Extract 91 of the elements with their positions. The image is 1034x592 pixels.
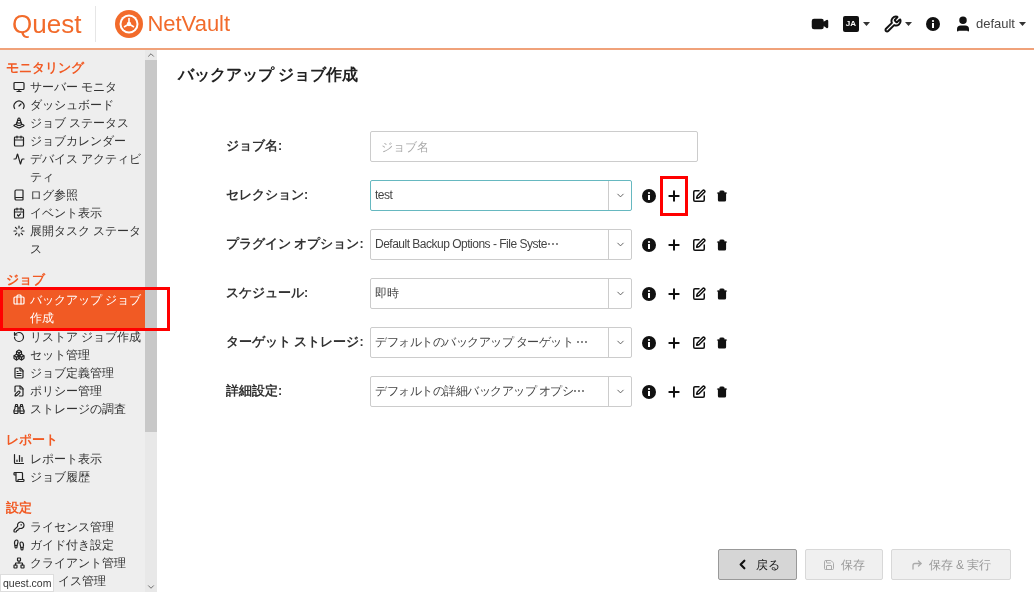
sidebar-item[interactable]: デバイス アクティビティ [0,150,145,186]
add-icon[interactable] [666,187,682,204]
edit-icon[interactable] [692,335,706,350]
add-icon[interactable] [666,334,682,351]
sidebar-item[interactable]: ポリシー管理 [0,382,145,400]
field-label: 詳細設定: [226,383,284,401]
page-title: バックアップ ジョブ作成 [178,65,360,85]
scroll-down-icon[interactable] [146,582,156,592]
document-icon [13,367,25,379]
pulse-icon [13,153,25,165]
restore-icon [13,331,25,343]
network-icon [13,557,25,569]
sidebar-item[interactable]: ライセンス管理 [0,518,145,536]
job-name-field[interactable]: ジョブ名 [370,131,698,162]
wrench-icon [883,15,902,33]
footprints-icon [13,539,25,551]
forward-arrow-icon [910,558,923,571]
field-label: プラグイン オプション: [226,236,365,254]
gauge-icon [13,99,25,111]
section-heading: ジョブ [5,272,47,289]
sidebar-item[interactable]: クライアント管理 [0,554,145,572]
sidebar-item[interactable]: ダッシュボード [0,96,145,114]
sidebar-item[interactable]: リストア ジョブ作成 [0,328,145,346]
user-menu[interactable]: default [953,14,1026,34]
product-name: NetVault [147,13,231,35]
select-field[interactable]: デフォルトの詳細バックアップ オプシ⋯ [370,376,632,407]
add-icon[interactable] [666,236,682,253]
section-heading: 設定 [5,500,33,517]
scroll-icon [13,471,25,483]
spinner-icon [13,225,25,237]
tools-menu[interactable] [883,15,912,33]
sidebar-item[interactable]: レポート表示 [0,450,145,468]
trash-icon[interactable] [716,189,728,202]
sidebar-item[interactable]: ガイド付き設定 [0,536,145,554]
brand-logo: Quest [11,11,83,37]
select-field[interactable]: デフォルトのバックアップ ターゲット ⋯ [370,327,632,358]
section-heading: モニタリング [5,60,86,77]
trash-icon[interactable] [716,336,728,349]
file-pen-icon [13,385,25,397]
sidebar-item[interactable]: ストレージの調査 [0,400,145,418]
cone-icon [13,117,25,129]
sidebar-item[interactable]: セット管理 [0,346,145,364]
add-icon[interactable] [666,383,682,400]
edit-icon[interactable] [692,188,706,203]
sidebar-item[interactable]: イベント表示 [0,204,145,222]
sidebar-item[interactable]: ジョブ履歴 [0,468,145,486]
back-button[interactable]: 戻る [718,549,797,580]
sidebar-item[interactable]: ログ参照 [0,186,145,204]
info-icon[interactable] [642,237,656,252]
edit-icon[interactable] [692,384,706,399]
binoculars-icon [13,403,25,415]
caret-icon [904,22,912,26]
edit-icon[interactable] [692,237,706,252]
section-heading: レポート [5,432,59,449]
book-icon [13,189,25,201]
sidebar-item[interactable]: ジョブ ステータス [0,114,145,132]
field-label: スケジュール: [226,285,310,303]
sidebar-item[interactable]: ジョブ定義管理 [0,364,145,382]
caret-icon [1019,22,1026,26]
caret-icon [862,22,870,26]
sidebar-item[interactable]: サーバー モニタ [0,78,145,96]
calendar-icon [13,135,25,147]
scroll-up-icon[interactable] [146,50,156,60]
field-label: ジョブ名: [226,138,284,156]
boxes-icon [13,349,25,361]
select-field[interactable]: Default Backup Options - File Syste⋯ [370,229,632,260]
select-field[interactable]: 即時 [370,278,632,309]
product-logo-icon [114,9,145,39]
field-label: ターゲット ストレージ: [226,334,365,352]
field-label: セレクション: [226,187,310,205]
monitor-icon [13,81,25,93]
floppy-icon [823,558,835,571]
info-icon[interactable] [642,384,656,399]
calendar-check-icon [13,207,25,219]
trash-icon[interactable] [716,287,728,300]
trash-icon[interactable] [716,238,728,251]
select-field[interactable]: test [370,180,632,211]
sidebar-item[interactable]: ジョブカレンダー [0,132,145,150]
add-icon[interactable] [666,285,682,302]
scrollbar[interactable] [145,50,157,592]
sidebar-item[interactable]: 展開タスク ステータス [0,222,145,258]
info-icon[interactable] [642,335,656,350]
edit-icon[interactable] [692,286,706,301]
status-tooltip: quest.com [0,574,55,592]
info-icon[interactable] [642,286,656,301]
chart-icon [13,453,25,465]
briefcase-icon [13,294,25,306]
info-icon[interactable] [642,188,656,203]
info-icon[interactable] [925,17,940,31]
trash-icon[interactable] [716,385,728,398]
key-icon [13,521,25,533]
